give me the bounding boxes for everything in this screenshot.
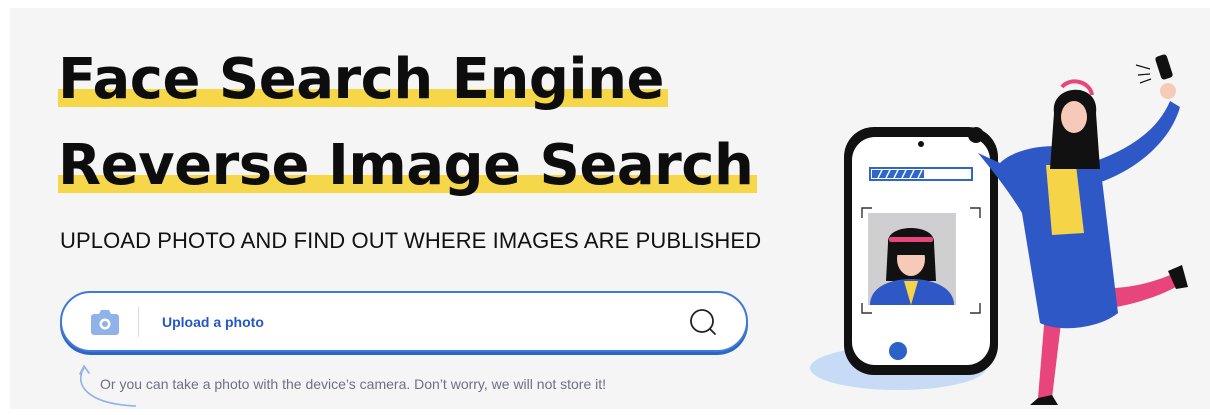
headline-line-1: Face Search Engine [58,48,668,112]
headline-line-2: Reverse Image Search [58,134,758,198]
headline-line-2-text: Reverse Image Search [58,134,758,198]
hero-section: Face Search Engine Reverse Image Search … [10,8,1210,409]
headline-line-1-text: Face Search Engine [58,48,668,112]
selfie-illustration [810,54,1188,405]
camera-hint-text: Or you can take a photo with the device’… [100,376,607,392]
camera-button[interactable] [90,308,120,336]
search-icon [690,309,716,335]
upload-photo-link[interactable]: Upload a photo [162,314,264,330]
photo-search-bar[interactable]: Upload a photo [60,291,748,352]
camera-icon [91,310,119,335]
search-button[interactable] [688,307,720,339]
page-subtitle: UPLOAD PHOTO AND FIND OUT WHERE IMAGES A… [60,228,762,253]
search-bar-divider [138,307,139,337]
